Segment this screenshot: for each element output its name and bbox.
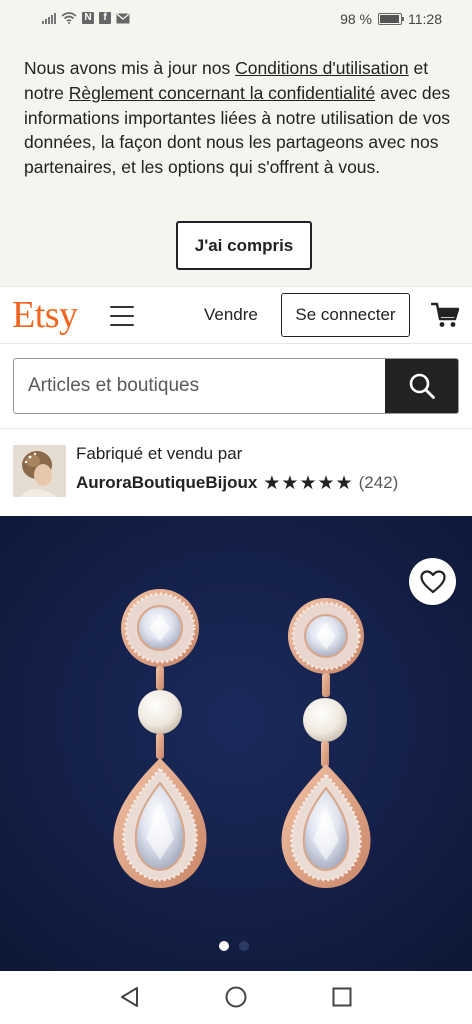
search-input[interactable] — [14, 359, 386, 413]
etsy-logo[interactable]: Etsy — [12, 293, 78, 337]
shop-name-link[interactable]: AuroraBoutiqueBijoux — [76, 473, 257, 493]
star-icon: ★ — [335, 472, 353, 494]
status-icons-right: 98 % 11:28 — [340, 11, 442, 27]
battery-percent: 98 % — [340, 11, 372, 27]
search-icon — [409, 373, 435, 399]
made-by-label: Fabriqué et vendu par — [76, 444, 243, 463]
mail-icon — [116, 13, 130, 23]
notice-text: Nous avons mis à jour nos Conditions d'u… — [24, 56, 456, 180]
policy-notice: Nous avons mis à jour nos Conditions d'u… — [0, 40, 472, 286]
battery-icon — [378, 13, 404, 25]
recents-icon[interactable] — [330, 985, 354, 1009]
carousel-dot[interactable] — [239, 941, 249, 951]
star-icon: ★ — [281, 472, 299, 494]
facebook-icon: f — [99, 12, 111, 24]
site-header: Etsy Vendre Se connecter — [0, 286, 472, 344]
carousel-dot-active[interactable] — [219, 941, 229, 951]
privacy-link[interactable]: Règlement concernant la confidentialité — [69, 83, 375, 103]
status-icons-left: N f — [42, 12, 130, 24]
menu-icon[interactable] — [110, 306, 134, 326]
accept-button[interactable]: J'ai compris — [176, 221, 312, 270]
carousel-dots — [219, 941, 249, 951]
terms-link[interactable]: Conditions d'utilisation — [235, 58, 409, 78]
star-icon: ★ — [299, 472, 317, 494]
earrings-photo — [0, 516, 472, 971]
clock: 11:28 — [408, 11, 442, 27]
back-icon[interactable] — [118, 985, 142, 1009]
system-nav-bar — [0, 971, 472, 1024]
shop-info: Fabriqué et vendu par AuroraBoutiqueBijo… — [0, 428, 472, 516]
sell-link[interactable]: Vendre — [204, 305, 258, 325]
notice-text-1: Nous avons mis à jour nos — [24, 58, 236, 78]
review-count[interactable]: (242) — [359, 473, 399, 493]
cart-icon[interactable] — [431, 301, 461, 329]
star-icon: ★ — [317, 472, 335, 494]
wifi-icon — [61, 12, 77, 24]
favorite-button[interactable] — [409, 558, 456, 605]
search-bar — [13, 358, 459, 414]
shop-name-line: AuroraBoutiqueBijoux ★ ★ ★ ★ ★ (242) — [76, 473, 398, 493]
product-image[interactable] — [0, 516, 472, 971]
star-icon: ★ — [263, 472, 281, 494]
nfc-icon: N — [82, 12, 94, 24]
status-bar: N f 98 % 11:28 — [0, 0, 472, 40]
signal-icon — [42, 12, 56, 24]
sign-in-button[interactable]: Se connecter — [281, 293, 410, 337]
search-button[interactable] — [385, 359, 458, 413]
rating-stars: ★ ★ ★ ★ ★ — [263, 474, 352, 493]
heart-icon — [419, 569, 446, 593]
shop-avatar[interactable] — [13, 445, 66, 497]
home-icon[interactable] — [224, 985, 248, 1009]
